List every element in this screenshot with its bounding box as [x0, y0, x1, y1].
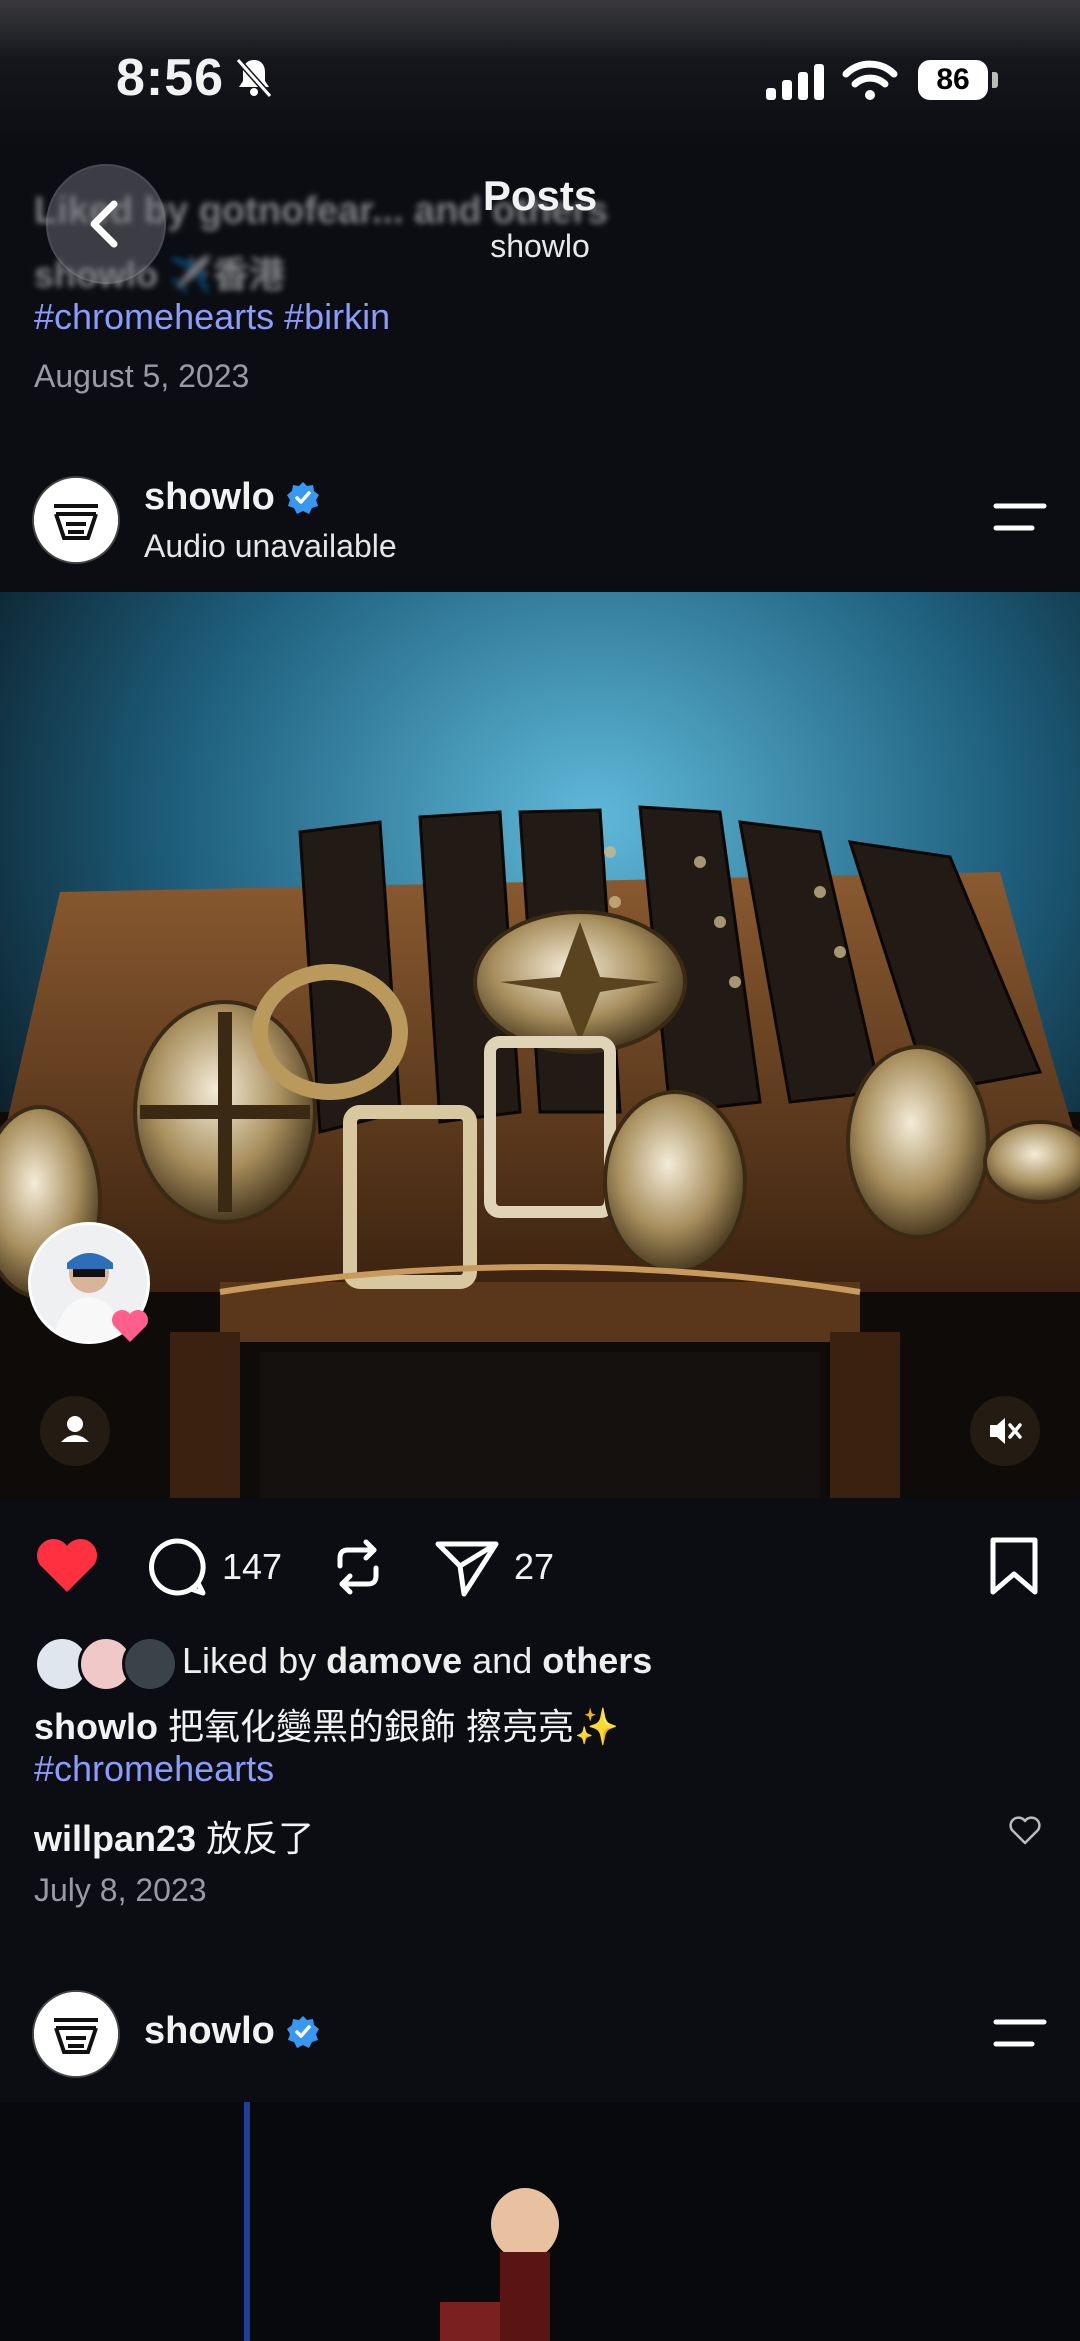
- menu-icon[interactable]: [992, 500, 1048, 534]
- post-avatar[interactable]: [32, 476, 120, 564]
- next-post-image[interactable]: [0, 2102, 1080, 2341]
- liked-by-and: and: [462, 1640, 543, 1681]
- caption-username[interactable]: showlo: [34, 1706, 158, 1747]
- mute-button[interactable]: [970, 1396, 1040, 1466]
- post-date: July 8, 2023: [34, 1872, 207, 1908]
- previous-post-date: August 5, 2023: [34, 358, 250, 394]
- status-time: 8:56: [116, 49, 225, 107]
- speaker-muted-icon: [990, 1418, 1022, 1444]
- comment-username[interactable]: willpan23: [34, 1818, 196, 1859]
- liked-by-prefix: Liked by: [182, 1640, 327, 1681]
- like-button-heart-icon[interactable]: [34, 1536, 100, 1596]
- liked-by-user[interactable]: damove: [326, 1640, 462, 1681]
- comment-like-heart-icon[interactable]: [1008, 1816, 1042, 1846]
- liked-by-text[interactable]: Liked by damove and others: [182, 1640, 652, 1682]
- battery-cap: [992, 72, 998, 88]
- liked-by-others[interactable]: others: [542, 1640, 652, 1681]
- cellular-signal-icon: [766, 64, 824, 100]
- silent-bell-icon: [235, 58, 273, 98]
- avatar-logo-icon: [34, 1992, 118, 2076]
- battery-level: 86: [918, 60, 988, 100]
- belts-photo: [0, 592, 1080, 1498]
- next-post-avatar[interactable]: [32, 1990, 120, 2078]
- post-image[interactable]: [0, 592, 1080, 1498]
- post-username[interactable]: showlo: [144, 476, 275, 519]
- next-post-username[interactable]: showlo: [144, 2010, 275, 2053]
- verified-badge-icon: [287, 482, 319, 514]
- comment-text: 放反了: [196, 1818, 315, 1859]
- concert-photo: [0, 2102, 1080, 2341]
- avatar-logo-icon: [34, 478, 118, 562]
- comments-count: 147: [222, 1546, 283, 1587]
- comment-preview[interactable]: willpan23 放反了: [34, 1810, 314, 1862]
- liker-avatar: [122, 1636, 178, 1692]
- heart-sticker-icon: [112, 1310, 148, 1342]
- previous-post-hashtags[interactable]: #chromehearts #birkin: [34, 296, 390, 338]
- verified-badge-icon: [287, 2016, 319, 2048]
- repost-icon[interactable]: [328, 1536, 388, 1598]
- post-audio-status[interactable]: Audio unavailable: [144, 528, 397, 565]
- liked-by-avatars[interactable]: [34, 1636, 184, 1692]
- comment-icon[interactable]: [146, 1536, 208, 1598]
- caption-hashtag[interactable]: #chromehearts: [34, 1748, 274, 1790]
- bookmark-icon[interactable]: [988, 1536, 1040, 1596]
- person-icon: [61, 1416, 89, 1442]
- share-icon[interactable]: [434, 1536, 500, 1598]
- page-subtitle: showlo: [490, 228, 590, 264]
- caption-text: 把氧化變黑的銀飾 擦亮亮✨: [158, 1706, 619, 1747]
- wifi-icon: [842, 60, 898, 100]
- post-caption: showlo 把氧化變黑的銀飾 擦亮亮✨: [34, 1698, 619, 1750]
- tagged-users-button[interactable]: [40, 1396, 110, 1466]
- shares-count: 27: [514, 1546, 555, 1587]
- next-post-menu-icon[interactable]: [992, 2016, 1048, 2050]
- page-title: Posts: [482, 172, 598, 219]
